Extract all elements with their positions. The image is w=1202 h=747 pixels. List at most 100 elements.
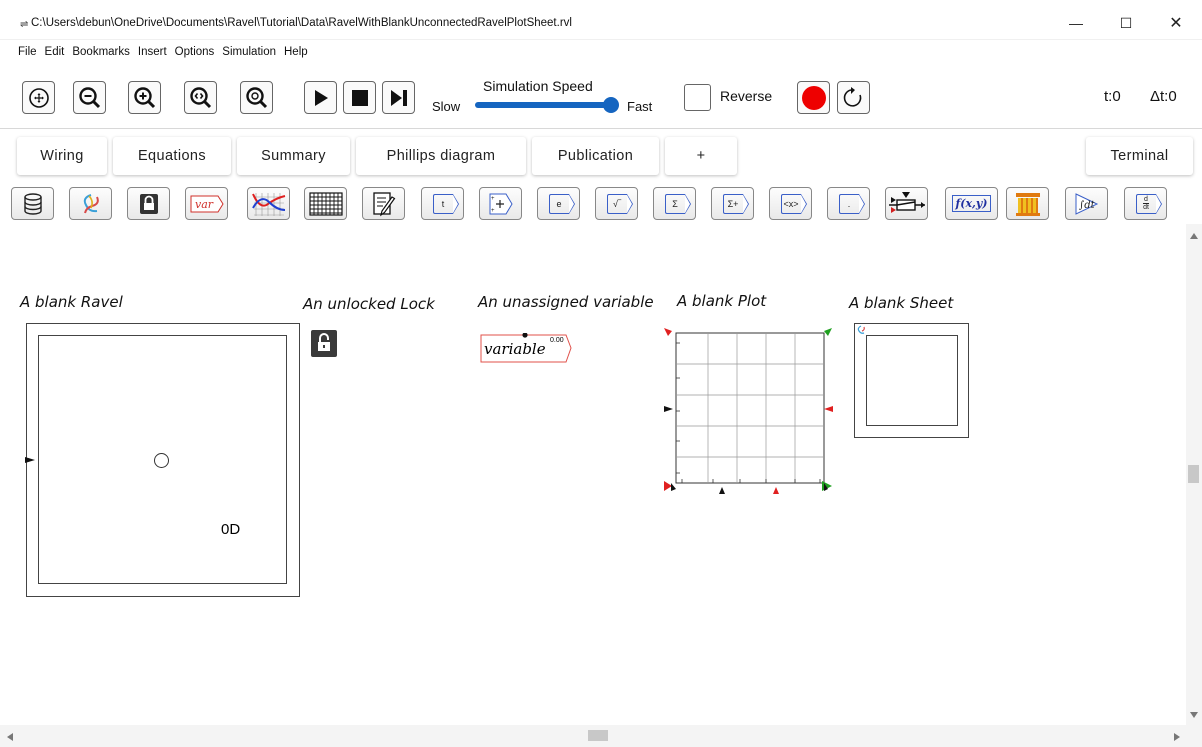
lock-button[interactable] bbox=[127, 187, 170, 220]
differentiate-numerator: d bbox=[1144, 196, 1148, 203]
sheet-inner-frame bbox=[866, 335, 958, 426]
svg-text:+: + bbox=[491, 196, 495, 202]
timestep-readout: Δt:0 bbox=[1150, 88, 1177, 105]
integrate-icon: ∫dt bbox=[1075, 192, 1098, 215]
tab-phillips-diagram[interactable]: Phillips diagram bbox=[356, 137, 526, 175]
menu-file[interactable]: File bbox=[0, 43, 41, 63]
running-sum-op-button[interactable]: Σ+ bbox=[711, 187, 754, 220]
record-button[interactable] bbox=[797, 81, 830, 114]
unassigned-variable[interactable]: variable 0.00 bbox=[480, 333, 572, 364]
ravel-center-handle[interactable] bbox=[154, 453, 169, 468]
ravel-button[interactable] bbox=[69, 187, 112, 220]
close-button[interactable]: ✕ bbox=[1154, 8, 1198, 38]
ravel-input-port bbox=[25, 457, 35, 463]
speed-slider-thumb[interactable] bbox=[603, 97, 619, 113]
zoom-out-button[interactable] bbox=[73, 81, 106, 114]
variable-name: variable bbox=[484, 340, 546, 358]
zoom-reset-button[interactable] bbox=[240, 81, 273, 114]
replay-button[interactable] bbox=[837, 81, 870, 114]
stop-button[interactable] bbox=[343, 81, 376, 114]
differentiate-button[interactable]: d dt bbox=[1124, 187, 1167, 220]
godley-table-button[interactable] bbox=[1006, 187, 1049, 220]
tab-wiring[interactable]: Wiring bbox=[17, 137, 107, 175]
tab-terminal[interactable]: Terminal bbox=[1086, 137, 1193, 175]
step-icon bbox=[390, 89, 407, 106]
variable-value: 0.00 bbox=[550, 337, 564, 344]
step-button[interactable] bbox=[382, 81, 415, 114]
mean-op-button[interactable]: <x> bbox=[769, 187, 812, 220]
database-button[interactable] bbox=[11, 187, 54, 220]
differentiate-denominator: dt bbox=[1143, 203, 1149, 211]
switch-button[interactable] bbox=[885, 187, 928, 220]
tab-equations[interactable]: Equations bbox=[113, 137, 231, 175]
integrate-label: ∫dt bbox=[1079, 200, 1096, 211]
zoom-fit-icon bbox=[189, 86, 211, 108]
maximize-button[interactable]: ☐ bbox=[1104, 8, 1148, 38]
variable-caption: An unassigned variable bbox=[478, 293, 654, 311]
menu-help[interactable]: Help bbox=[280, 43, 312, 63]
app-icon: ⇌ bbox=[20, 19, 29, 30]
toolbar-separator bbox=[0, 128, 1202, 129]
lock-caption: An unlocked Lock bbox=[303, 295, 435, 313]
menu-simulation[interactable]: Simulation bbox=[218, 43, 280, 63]
sum-op-button[interactable]: Σ bbox=[653, 187, 696, 220]
zoom-in-icon bbox=[133, 86, 155, 108]
recenter-icon bbox=[28, 87, 49, 108]
blank-plot[interactable] bbox=[662, 323, 838, 497]
wiring-canvas[interactable]: A blank Ravel 0D An unlocked Lock An una… bbox=[0, 224, 1186, 725]
speed-slider-track[interactable] bbox=[475, 102, 615, 108]
lock-icon bbox=[139, 193, 158, 214]
reverse-checkbox[interactable] bbox=[684, 84, 711, 111]
tab-publication[interactable]: Publication bbox=[532, 137, 659, 175]
variable-button[interactable]: var bbox=[185, 187, 228, 220]
sqrt-op-button[interactable]: √‾ bbox=[595, 187, 638, 220]
euler-op-label: e bbox=[548, 193, 575, 214]
stop-icon bbox=[351, 89, 368, 106]
operation-palette: var t + + e √‾ Σ Σ+ <x> . f(x,y) ∫dt d dt bbox=[0, 184, 1202, 224]
horizontal-scroll-thumb[interactable] bbox=[588, 730, 608, 741]
menu-options[interactable]: Options bbox=[171, 43, 219, 63]
user-function-label: f(x,y) bbox=[951, 195, 992, 212]
switch-icon bbox=[888, 191, 925, 213]
zoom-fit-button[interactable] bbox=[184, 81, 217, 114]
menu-insert[interactable]: Insert bbox=[134, 43, 171, 63]
plot-button[interactable] bbox=[247, 187, 290, 220]
horizontal-scrollbar[interactable] bbox=[0, 725, 1202, 747]
user-function-button[interactable]: f(x,y) bbox=[945, 187, 998, 220]
sheet-button[interactable] bbox=[304, 187, 347, 220]
time-readout: t:0 bbox=[1104, 88, 1121, 105]
inner-product-op-button[interactable]: . bbox=[827, 187, 870, 220]
differentiate-label: d dt bbox=[1135, 193, 1162, 214]
scroll-up-icon bbox=[1190, 233, 1198, 239]
integrate-button[interactable]: ∫dt bbox=[1065, 187, 1108, 220]
zoom-reset-icon bbox=[245, 86, 267, 108]
zoom-out-icon bbox=[78, 86, 100, 108]
note-button[interactable] bbox=[362, 187, 405, 220]
variable-icon-label: var bbox=[195, 198, 214, 211]
recenter-button[interactable] bbox=[22, 81, 55, 114]
euler-op-button[interactable]: e bbox=[537, 187, 580, 220]
tab-summary[interactable]: Summary bbox=[237, 137, 350, 175]
sum-op-label: Σ bbox=[664, 193, 691, 214]
speed-title: Simulation Speed bbox=[483, 78, 593, 94]
unlocked-lock[interactable] bbox=[311, 330, 337, 357]
vertical-scrollbar[interactable] bbox=[1186, 224, 1202, 725]
plot-widget bbox=[664, 328, 833, 494]
menu-edit[interactable]: Edit bbox=[41, 43, 69, 63]
title-bar: ⇌ C:\Users\debun\OneDrive\Documents\Rave… bbox=[0, 0, 1202, 40]
zoom-in-button[interactable] bbox=[128, 81, 161, 114]
scroll-right-icon bbox=[1174, 733, 1180, 741]
add-op-button[interactable]: + + bbox=[479, 187, 522, 220]
time-op-button[interactable]: t bbox=[421, 187, 464, 220]
blank-sheet[interactable] bbox=[854, 323, 969, 438]
ravel-widget[interactable]: 0D bbox=[25, 323, 300, 597]
replay-icon bbox=[843, 86, 861, 107]
slow-label: Slow bbox=[432, 99, 461, 114]
plot-caption: A blank Plot bbox=[677, 292, 767, 310]
minimize-button[interactable]: — bbox=[1054, 8, 1098, 38]
run-button[interactable] bbox=[304, 81, 337, 114]
tab-add[interactable]: + bbox=[665, 137, 737, 175]
note-icon bbox=[372, 191, 395, 216]
menu-bookmarks[interactable]: Bookmarks bbox=[68, 43, 134, 63]
vertical-scroll-thumb[interactable] bbox=[1188, 465, 1199, 483]
